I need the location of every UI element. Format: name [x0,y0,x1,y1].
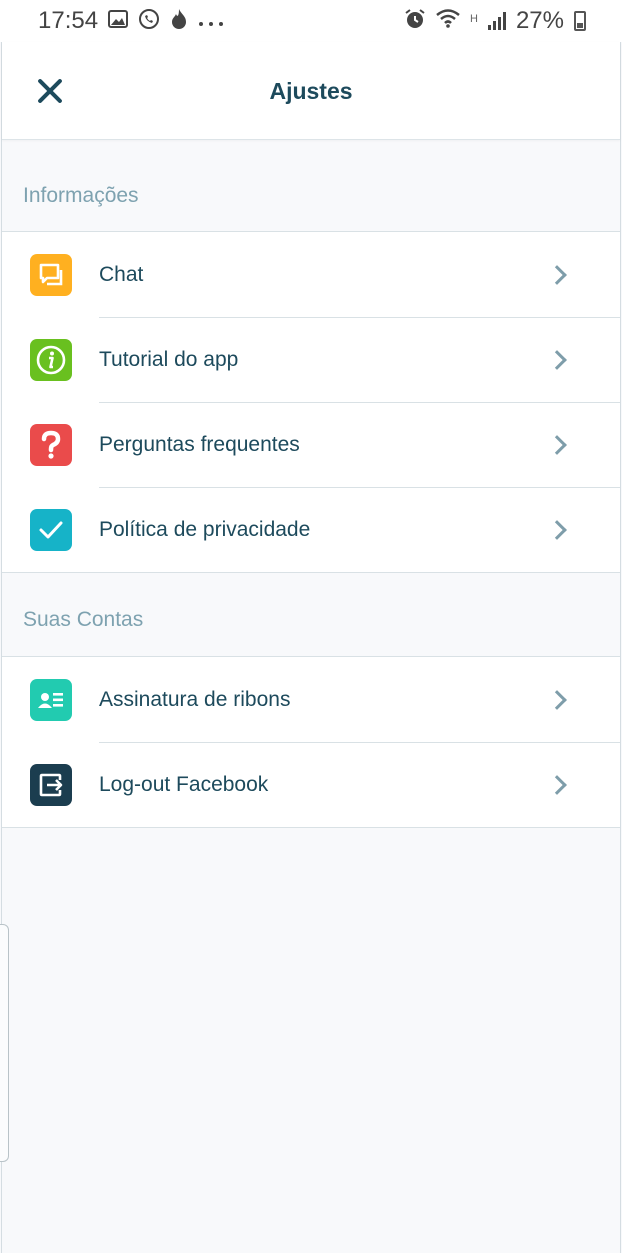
list-item-label: Log-out Facebook [99,772,269,796]
settings-screen: Ajustes Informações Chat Tutorial do app… [1,42,621,1253]
list-item-label: Assinatura de ribons [99,687,291,711]
chevron-right-icon [547,774,567,795]
list-item-tutorial[interactable]: Tutorial do app [2,317,620,402]
list-item-label: Tutorial do app [99,347,239,371]
flame-icon [170,8,188,34]
list-item-label: Perguntas frequentes [99,432,300,456]
list-item-ribons-subscription[interactable]: Assinatura de ribons [2,657,620,742]
list-suas-contas: Assinatura de ribons Log-out Facebook [2,656,620,828]
list-item-privacy-policy[interactable]: Política de privacidade [2,487,620,572]
chevron-right-icon [547,264,567,285]
list-informacoes: Chat Tutorial do app Perguntas frequente… [2,231,620,573]
list-item-label: Política de privacidade [99,517,311,541]
list-item-chat[interactable]: Chat [2,232,620,317]
chevron-right-icon [547,434,567,455]
section-title-suas-contas: Suas Contas [23,608,144,631]
battery-percent: 27% [515,7,564,34]
page-title: Ajustes [269,78,353,104]
contact-card-icon [30,678,72,721]
header: Ajustes [2,42,620,140]
question-icon [30,423,72,466]
alarm-icon [404,8,426,34]
signal-icon [487,12,506,30]
section-title-informacoes: Informações [23,184,139,207]
chat-icon [30,253,72,296]
list-item-label: Chat [99,262,144,286]
logout-icon [30,763,72,806]
battery-icon [574,11,586,31]
chevron-right-icon [547,349,567,370]
check-icon [30,508,72,551]
list-item-facebook-logout[interactable]: Log-out Facebook [2,742,620,827]
whatsapp-icon [138,8,160,34]
image-icon [108,10,129,32]
more-notifications-icon [198,11,224,31]
network-type-label: H [470,13,478,25]
chevron-right-icon [547,689,567,710]
list-item-faq[interactable]: Perguntas frequentes [2,402,620,487]
status-time: 17:54 [38,7,99,34]
wifi-icon [436,9,460,33]
chevron-right-icon [547,519,567,540]
status-bar: 17:54 H 27% [0,0,622,42]
edge-panel-handle[interactable] [0,924,9,1162]
info-icon [30,338,72,381]
